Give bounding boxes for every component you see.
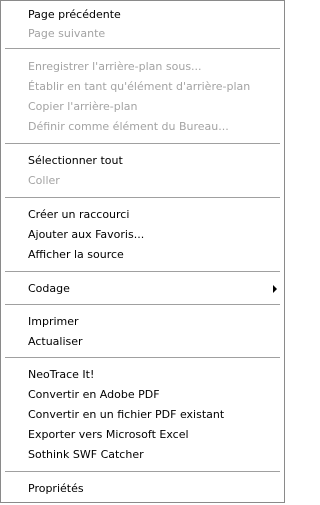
menu-item-page-precedente[interactable]: Page précédente — [2, 5, 283, 24]
menu-item-imprimer[interactable]: Imprimer — [2, 312, 283, 331]
menu-item-coller: Coller — [28, 174, 60, 187]
menu-item-convertir-pdf-existant[interactable]: Convertir en un fichier PDF existant — [2, 405, 283, 424]
menu-item-etablir-arriere-plan: Établir en tant qu'élément d'arrière-pla… — [28, 80, 251, 93]
menu-item-copier-arriere-plan: Copier l'arrière-plan — [28, 100, 138, 113]
menu-item-selectionner-tout[interactable]: Sélectionner tout — [2, 151, 283, 170]
menu-item-actualiser[interactable]: Actualiser — [2, 332, 283, 351]
menu-separator — [5, 471, 280, 472]
menu-item-convertir-adobe-pdf[interactable]: Convertir en Adobe PDF — [2, 385, 283, 404]
menu-item-enregistrer-arriere-plan: Enregistrer l'arrière-plan sous... — [28, 60, 202, 73]
menu-item-definir-element-bureau: Définir comme élément du Bureau... — [28, 120, 229, 133]
menu-item-afficher-source[interactable]: Afficher la source — [2, 245, 283, 264]
menu-separator — [5, 271, 280, 272]
menu-separator — [5, 357, 280, 358]
context-menu: Page précédente Page suivante Enregistre… — [0, 0, 285, 503]
menu-separator — [5, 197, 280, 198]
menu-item-neotrace[interactable]: NeoTrace It! — [2, 365, 283, 384]
menu-separator — [5, 48, 280, 49]
menu-item-codage[interactable]: Codage — [2, 279, 283, 298]
menu-item-codage-label: Codage — [28, 282, 70, 295]
menu-item-creer-raccourci[interactable]: Créer un raccourci — [2, 205, 283, 224]
chevron-right-icon — [273, 285, 277, 293]
menu-item-sothink-swf-catcher[interactable]: Sothink SWF Catcher — [2, 445, 283, 464]
menu-separator — [5, 304, 280, 305]
menu-item-page-suivante: Page suivante — [28, 27, 106, 40]
menu-item-proprietes[interactable]: Propriétés — [2, 479, 283, 498]
menu-item-exporter-excel[interactable]: Exporter vers Microsoft Excel — [2, 425, 283, 444]
menu-separator — [5, 143, 280, 144]
menu-item-ajouter-favoris[interactable]: Ajouter aux Favoris... — [2, 225, 283, 244]
